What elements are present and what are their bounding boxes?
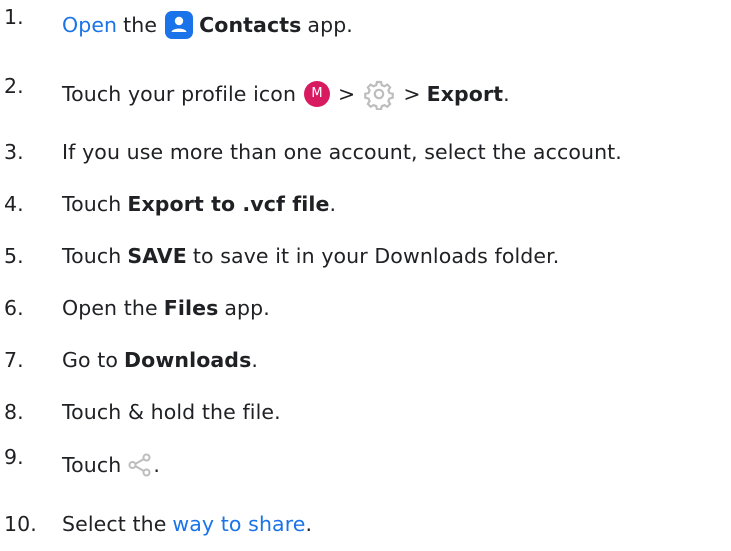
step-number: 5. bbox=[4, 244, 24, 268]
step-text: If you use more than one account, select… bbox=[62, 140, 622, 164]
step-text: Go to bbox=[62, 348, 119, 372]
step-number: 3. bbox=[4, 140, 24, 164]
step-text: Touch your profile icon bbox=[62, 82, 297, 106]
downloads-target: Downloads bbox=[124, 348, 252, 372]
step-text: Touch & hold the file. bbox=[62, 400, 281, 424]
period: . bbox=[503, 82, 510, 106]
step-text: Touch bbox=[62, 192, 122, 216]
step-text: to save it in your Downloads folder. bbox=[192, 244, 560, 268]
step-text: app. bbox=[307, 13, 353, 37]
period: . bbox=[305, 512, 313, 536]
step-text: Touch bbox=[62, 244, 122, 268]
way-to-share-link[interactable]: way to share bbox=[172, 512, 305, 536]
step-text: Open the bbox=[62, 296, 158, 320]
separator: > bbox=[403, 82, 421, 106]
export-action: Export bbox=[426, 82, 504, 106]
step-text: the bbox=[123, 13, 158, 37]
period: . bbox=[329, 192, 337, 216]
step-text: app. bbox=[224, 296, 270, 320]
period: . bbox=[153, 453, 160, 477]
gear-icon bbox=[363, 78, 395, 111]
period: . bbox=[251, 348, 259, 372]
share-icon bbox=[127, 452, 153, 478]
step-number: 9. bbox=[4, 445, 24, 469]
separator: > bbox=[338, 82, 356, 106]
profile-avatar-icon: M bbox=[304, 81, 331, 107]
open-link[interactable]: Open bbox=[62, 13, 117, 37]
step-number: 7. bbox=[4, 348, 24, 372]
step-number: 8. bbox=[4, 400, 24, 424]
app-name-contacts: Contacts bbox=[199, 13, 302, 37]
step-number: 6. bbox=[4, 296, 24, 320]
contacts-app-icon bbox=[165, 11, 194, 39]
step-text: Touch bbox=[62, 453, 122, 477]
save-action: SAVE bbox=[127, 244, 187, 268]
step-number: 4. bbox=[4, 192, 24, 216]
app-name-files: Files bbox=[163, 296, 219, 320]
step-number: 1. bbox=[4, 5, 24, 29]
step-number: 2. bbox=[4, 74, 24, 98]
export-vcf-action: Export to .vcf file bbox=[127, 192, 330, 216]
step-text: Select the bbox=[62, 512, 167, 536]
step-number: 10. bbox=[4, 512, 37, 536]
